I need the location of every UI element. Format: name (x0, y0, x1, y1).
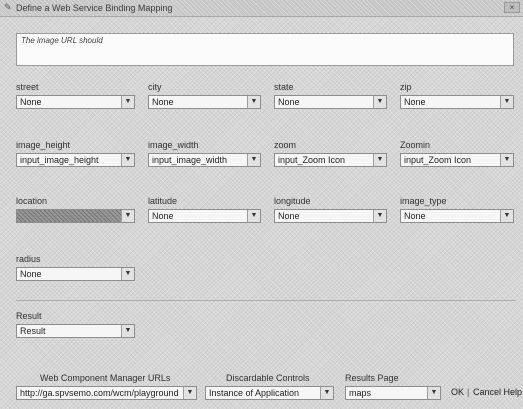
radius-value: None (20, 269, 42, 279)
cancel-button[interactable]: Cancel Help (473, 386, 523, 398)
chevron-down-icon[interactable]: ▼ (121, 210, 134, 222)
chevron-down-icon[interactable]: ▼ (121, 96, 134, 108)
chevron-down-icon[interactable]: ▼ (500, 210, 513, 222)
results-page-select[interactable]: maps ▼ (345, 386, 441, 400)
chevron-down-icon[interactable]: ▼ (320, 387, 333, 399)
wcm-url-select[interactable]: http://ga.spvsemo.com/wcm/playground ▼ (16, 386, 197, 400)
chevron-down-icon[interactable]: ▼ (373, 154, 386, 166)
state-value: None (278, 97, 300, 107)
zoom-select[interactable]: input_Zoom Icon ▼ (274, 153, 387, 167)
zoom-label: zoom (274, 140, 297, 150)
location-select[interactable]: ▼ (16, 209, 135, 223)
radius-select[interactable]: None ▼ (16, 267, 135, 281)
ok-button[interactable]: OK (451, 386, 464, 398)
chevron-down-icon[interactable]: ▼ (247, 154, 260, 166)
longitude-value: None (278, 211, 300, 221)
button-separator: | (467, 387, 470, 397)
zip-select[interactable]: None ▼ (400, 95, 514, 109)
image-height-label: image_height (16, 140, 71, 150)
street-value: None (20, 97, 42, 107)
state-label: state (274, 82, 294, 92)
location-label: location (16, 196, 48, 206)
longitude-label: longitude (274, 196, 311, 206)
zoom-icon-select[interactable]: input_Zoom Icon ▼ (400, 153, 514, 167)
chevron-down-icon[interactable]: ▼ (121, 268, 134, 280)
state-select[interactable]: None ▼ (274, 95, 387, 109)
zoom-icon-value: input_Zoom Icon (404, 155, 472, 165)
chevron-down-icon[interactable]: ▼ (427, 387, 440, 399)
zoom-icon-label: Zoomin (400, 140, 431, 150)
image-height-value: input_image_height (20, 155, 99, 165)
latitude-label: latitude (148, 196, 178, 206)
longitude-select[interactable]: None ▼ (274, 209, 387, 223)
latitude-value: None (152, 211, 174, 221)
result-select[interactable]: Result ▼ (16, 324, 135, 338)
title-bar: ✎ Define a Web Service Binding Mapping × (0, 0, 523, 17)
chevron-down-icon[interactable]: ▼ (373, 210, 386, 222)
zip-value: None (404, 97, 426, 107)
wcm-url-label: Web Component Manager URLs (40, 373, 171, 383)
image-height-select[interactable]: input_image_height ▼ (16, 153, 135, 167)
image-type-label: image_type (400, 196, 447, 206)
street-select[interactable]: None ▼ (16, 95, 135, 109)
discardable-controls-select[interactable]: Instance of Application ▼ (205, 386, 334, 400)
chevron-down-icon[interactable]: ▼ (247, 210, 260, 222)
wcm-url-value: http://ga.spvsemo.com/wcm/playground (20, 388, 179, 398)
chevron-down-icon[interactable]: ▼ (500, 154, 513, 166)
chevron-down-icon[interactable]: ▼ (373, 96, 386, 108)
street-label: street (16, 82, 39, 92)
chevron-down-icon[interactable]: ▼ (183, 387, 196, 399)
image-type-select[interactable]: None ▼ (400, 209, 514, 223)
image-width-label: image_width (148, 140, 199, 150)
description-textarea[interactable]: The image URL should (16, 33, 514, 66)
section-divider (16, 300, 516, 301)
latitude-select[interactable]: None ▼ (148, 209, 261, 223)
image-width-value: input_image_width (152, 155, 228, 165)
image-width-select[interactable]: input_image_width ▼ (148, 153, 261, 167)
result-value: Result (20, 326, 46, 336)
zoom-value: input_Zoom Icon (278, 155, 346, 165)
discardable-controls-value: Instance of Application (209, 388, 300, 398)
chevron-down-icon[interactable]: ▼ (121, 154, 134, 166)
chevron-down-icon[interactable]: ▼ (500, 96, 513, 108)
pencil-icon: ✎ (4, 2, 12, 12)
results-page-label: Results Page (345, 373, 399, 383)
chevron-down-icon[interactable]: ▼ (121, 325, 134, 337)
result-label: Result (16, 311, 42, 321)
discardable-controls-label: Discardable Controls (226, 373, 310, 383)
close-button[interactable]: × (504, 2, 520, 13)
image-type-value: None (404, 211, 426, 221)
radius-label: radius (16, 254, 41, 264)
zip-label: zip (400, 82, 412, 92)
city-select[interactable]: None ▼ (148, 95, 261, 109)
city-value: None (152, 97, 174, 107)
window-title: Define a Web Service Binding Mapping (16, 3, 173, 13)
chevron-down-icon[interactable]: ▼ (247, 96, 260, 108)
city-label: city (148, 82, 162, 92)
